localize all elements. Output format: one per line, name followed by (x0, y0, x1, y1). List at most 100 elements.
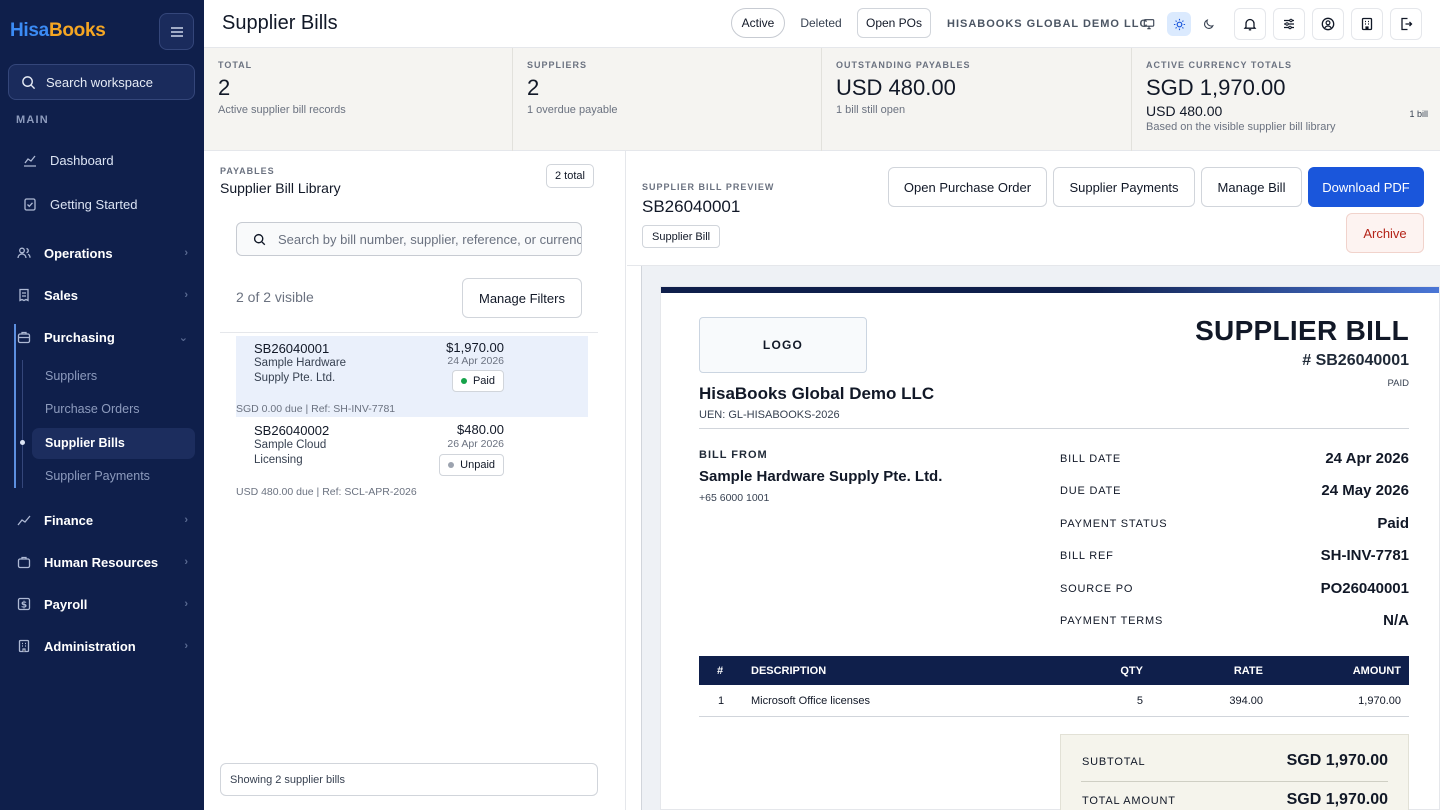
chevron-down-icon: ⌄ (178, 331, 188, 344)
sidebar-item-label: Operations (44, 245, 113, 261)
building-icon[interactable] (1351, 8, 1383, 40)
sliders-icon[interactable] (1273, 8, 1305, 40)
document-status: PAID (1387, 378, 1409, 389)
building-icon (16, 638, 32, 654)
open-pos-button[interactable]: Open POs (857, 8, 931, 38)
bill-supplier: Sample Cloud Licensing (254, 439, 327, 466)
monitor-icon[interactable] (1137, 12, 1161, 36)
status-dot (460, 378, 467, 384)
totals-box: SUBTOTAL SGD 1,970.00 TOTAL AMOUNT SGD 1… (1060, 734, 1409, 810)
workspace-search-label: Search workspace (46, 74, 153, 90)
brand-logo[interactable]: HisaBooks (10, 20, 106, 42)
bell-icon[interactable] (1234, 8, 1266, 40)
sidebar-subitem-supplier-payments[interactable]: Supplier Payments (45, 469, 150, 483)
sidebar-item-label: Getting Started (50, 196, 138, 212)
bill-search-input[interactable]: Search by bill number, supplier, referen… (236, 222, 582, 256)
field-label-source-po: SOURCE PO (1060, 583, 1134, 595)
divider (699, 428, 1409, 429)
line-items-header: # DESCRIPTION QTY RATE AMOUNT (699, 656, 1409, 685)
supplier-bill-document: LOGO SUPPLIER BILL # SB26040001 PAID His… (660, 286, 1440, 810)
stat-suppliers: SUPPLIERS 2 1 overdue payable (513, 48, 822, 151)
field-value-bill-ref: SH-INV-7781 (1320, 547, 1409, 564)
sidebar-item-label: Purchasing (44, 329, 115, 345)
stat-value: 2 (218, 75, 231, 100)
sidebar-item-getting-started[interactable]: Getting Started (22, 196, 194, 212)
field-value-payment-terms: N/A (1383, 612, 1409, 629)
logout-icon[interactable] (1390, 8, 1422, 40)
sidebar-item-sales[interactable]: Sales › (16, 287, 188, 303)
document-title: SUPPLIER BILL (1195, 315, 1409, 346)
divider (220, 332, 598, 333)
subtotal-label: SUBTOTAL (1082, 756, 1146, 768)
user-circle-icon[interactable] (1312, 8, 1344, 40)
col-header-qty: QTY (1120, 665, 1143, 677)
status-dot (448, 462, 455, 468)
chart-line-icon (22, 152, 38, 168)
field-value-source-po: PO26040001 (1320, 580, 1409, 597)
dollar-icon: $ (16, 596, 32, 612)
field-label-bill-ref: BILL REF (1060, 550, 1114, 562)
preview-bill-number: SB26040001 (642, 197, 741, 216)
bill-supplier: Sample Hardware Supply Pte. Ltd. (254, 357, 347, 384)
sidebar-item-label: Administration (44, 638, 136, 654)
manage-bill-button[interactable]: Manage Bill (1201, 167, 1302, 207)
sidebar-item-operations[interactable]: Operations › (16, 245, 188, 261)
bill-date: 26 Apr 2026 (447, 438, 504, 450)
line-description: Microsoft Office licenses (751, 695, 871, 707)
page-title: Supplier Bills (222, 12, 338, 34)
col-header-description: DESCRIPTION (751, 665, 827, 677)
sidebar-item-purchasing[interactable]: Purchasing ⌄ (16, 329, 188, 345)
menu-toggle-button[interactable] (159, 13, 194, 50)
line-amount: 1,970.00 (1358, 695, 1401, 707)
users-icon (16, 245, 32, 261)
sidebar-item-administration[interactable]: Administration › (16, 638, 188, 654)
stat-currency-totals: ACTIVE CURRENCY TOTALS SGD 1,970.00 USD … (1132, 48, 1440, 151)
sidebar-item-label: Finance (44, 512, 94, 528)
archive-button[interactable]: Archive (1346, 213, 1424, 253)
sidebar-subitem-suppliers[interactable]: Suppliers (45, 369, 97, 383)
supplier-payments-button[interactable]: Supplier Payments (1053, 167, 1195, 207)
search-placeholder: Search by bill number, supplier, referen… (278, 231, 582, 247)
bill-number: SB26040001 (254, 341, 330, 356)
section-label-main: MAIN (16, 114, 49, 126)
manage-filters-button[interactable]: Manage Filters (462, 278, 582, 318)
sidebar-item-dashboard[interactable]: Dashboard (22, 152, 194, 168)
stat-sub: Active supplier bill records (218, 104, 346, 116)
svg-text:$: $ (21, 601, 27, 611)
sidebar-subitem-purchase-orders[interactable]: Purchase Orders (45, 402, 139, 416)
status-badge: Paid (451, 370, 504, 392)
top-bar: Supplier Bills Active Deleted Open POs H… (204, 0, 1440, 48)
checklist-icon (22, 196, 38, 212)
filter-active-pill[interactable]: Active (731, 8, 785, 38)
col-header-rate: RATE (1233, 665, 1263, 677)
document-number: # SB26040001 (1302, 352, 1409, 369)
bill-row[interactable]: SB26040002 Sample Cloud Licensing $480.0… (236, 419, 588, 481)
bill-from-supplier: Sample Hardware Supply Pte. Ltd. (699, 468, 943, 485)
bill-library-panel: PAYABLES Supplier Bill Library 2 total S… (204, 151, 626, 810)
bill-date: 24 Apr 2026 (447, 355, 504, 367)
briefcase-icon (16, 329, 32, 345)
field-value-payment-status: Paid (1377, 515, 1409, 532)
total-amount-value: SGD 1,970.00 (1286, 791, 1388, 808)
visible-count: 2 of 2 visible (236, 289, 314, 305)
bill-amount: $480.00 (457, 422, 504, 437)
stat-label: ACTIVE CURRENCY TOTALS (1146, 60, 1293, 70)
field-value-bill-date: 24 Apr 2026 (1325, 450, 1409, 467)
workspace-search[interactable]: Search workspace (8, 64, 195, 100)
organization-name: HISABOOKS GLOBAL DEMO LLC (947, 18, 1149, 30)
stat-value: SGD 1,970.00 (1146, 75, 1286, 100)
company-name: HisaBooks Global Demo LLC (699, 384, 935, 403)
line-rate: 394.00 (1229, 695, 1263, 707)
download-pdf-button[interactable]: Download PDF (1308, 167, 1424, 207)
open-purchase-order-button[interactable]: Open Purchase Order (888, 167, 1047, 207)
sidebar-item-finance[interactable]: Finance › (16, 512, 188, 528)
sun-icon[interactable] (1167, 12, 1191, 36)
sidebar-item-human-resources[interactable]: Human Resources › (16, 554, 188, 570)
filter-deleted-pill[interactable]: Deleted (791, 8, 851, 38)
moon-icon[interactable] (1197, 12, 1221, 36)
field-label-payment-status: PAYMENT STATUS (1060, 518, 1168, 530)
company-logo-placeholder: LOGO (699, 317, 867, 373)
stat-label: SUPPLIERS (527, 60, 588, 70)
sidebar-item-payroll[interactable]: $ Payroll › (16, 596, 188, 612)
sidebar-subitem-supplier-bills[interactable]: Supplier Bills (45, 436, 125, 450)
